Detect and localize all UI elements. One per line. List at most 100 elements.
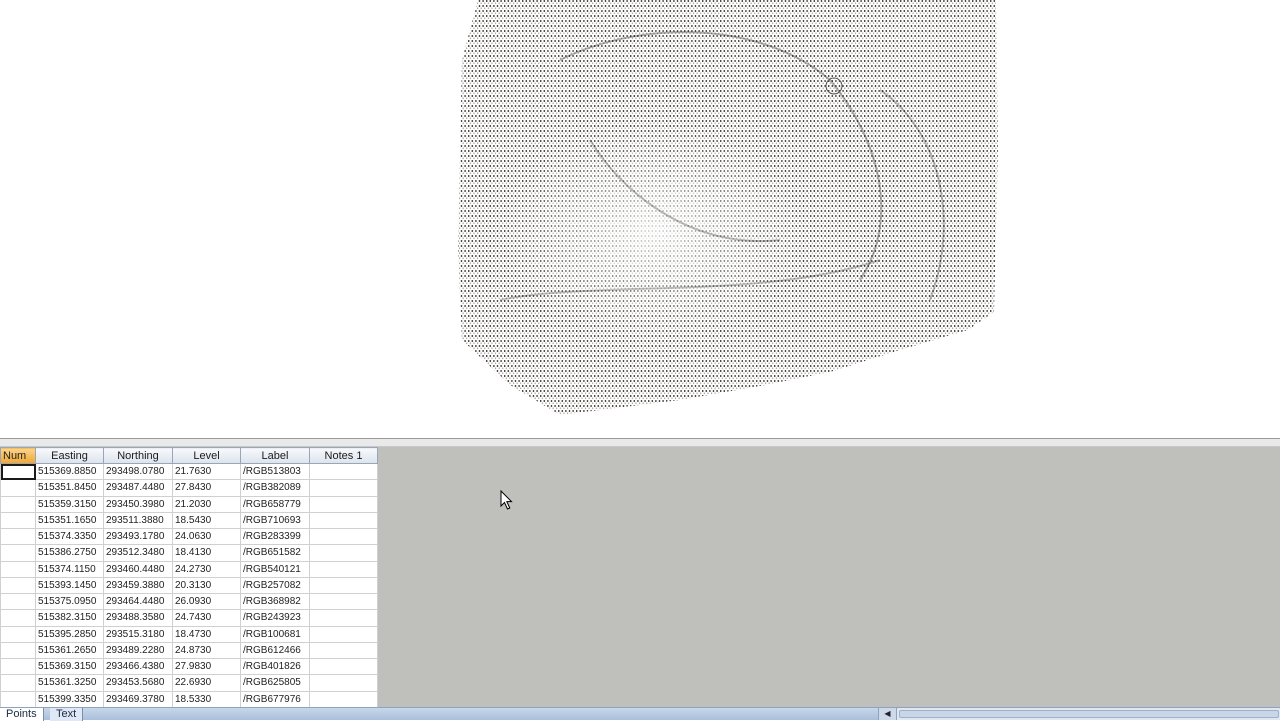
- cell-easting[interactable]: 515374.3350: [35, 527, 104, 546]
- cell-level[interactable]: 18.4730: [172, 625, 241, 643]
- cell-northing[interactable]: 293488.3580: [103, 609, 173, 627]
- table-row[interactable]: 515382.3150 293488.3580 24.7430/RGB243923: [0, 609, 378, 627]
- column-header-notes-1[interactable]: Notes 1: [309, 447, 378, 464]
- table-row[interactable]: 515361.3250 293453.5680 22.6930/RGB625805: [0, 674, 378, 692]
- column-header-num[interactable]: Num: [0, 447, 36, 464]
- cell-notes-1[interactable]: [309, 495, 378, 513]
- cell-level[interactable]: 18.5330: [172, 690, 241, 707]
- table-row[interactable]: 515395.2850 293515.3180 18.4730/RGB100681: [0, 625, 378, 643]
- table-row[interactable]: 515393.1450 293459.3880 20.3130/RGB257082: [0, 576, 378, 595]
- cell-level[interactable]: 24.0630: [172, 527, 241, 546]
- tab-points[interactable]: Points: [0, 708, 44, 721]
- table-row[interactable]: 515361.2650 293489.2280 24.8730/RGB612466: [0, 641, 378, 660]
- cell-notes-1[interactable]: [309, 625, 378, 643]
- column-header-northing[interactable]: Northing: [103, 447, 173, 464]
- cell-northing[interactable]: 293466.4380: [103, 657, 173, 676]
- cell-easting[interactable]: 515359.3150: [35, 495, 104, 513]
- cell-easting[interactable]: 515361.2650: [35, 641, 104, 660]
- cell-num[interactable]: [0, 479, 36, 497]
- cell-notes-1[interactable]: [309, 674, 378, 692]
- table-row[interactable]: 515369.8850 293498.0780 21.7630/RGB513803: [0, 462, 378, 481]
- cell-level[interactable]: 27.8430: [172, 479, 241, 497]
- cell-easting[interactable]: 515382.3150: [35, 609, 104, 627]
- cell-northing[interactable]: 293512.3480: [103, 544, 173, 562]
- table-row[interactable]: 515359.3150 293450.3980 21.2030/RGB658779: [0, 495, 378, 513]
- cell-level[interactable]: 18.5430: [172, 511, 241, 530]
- column-header-level[interactable]: Level: [172, 447, 241, 464]
- cell-label[interactable]: /RGB540121: [240, 560, 310, 578]
- pane-splitter[interactable]: [0, 438, 1280, 447]
- cell-num[interactable]: [0, 462, 36, 481]
- cell-easting[interactable]: 515375.0950: [35, 592, 104, 611]
- cell-label[interactable]: /RGB382089: [240, 479, 310, 497]
- cell-notes-1[interactable]: [309, 479, 378, 497]
- table-row[interactable]: 515351.1650 293511.3880 18.5430/RGB710693: [0, 511, 378, 530]
- cell-num[interactable]: [0, 511, 36, 530]
- scrollbar-thumb[interactable]: [899, 710, 1279, 718]
- cell-notes-1[interactable]: [309, 657, 378, 676]
- cell-northing[interactable]: 293487.4480: [103, 479, 173, 497]
- cell-num[interactable]: [0, 641, 36, 660]
- table-row[interactable]: 515386.2750 293512.3480 18.4130/RGB651582: [0, 544, 378, 562]
- cell-label[interactable]: /RGB243923: [240, 609, 310, 627]
- table-row[interactable]: 515374.1150 293460.4480 24.2730/RGB540121: [0, 560, 378, 578]
- table-row[interactable]: 515399.3350 293469.3780 18.5330/RGB677976: [0, 690, 378, 707]
- column-header-label[interactable]: Label: [240, 447, 310, 464]
- cell-northing[interactable]: 293453.5680: [103, 674, 173, 692]
- cell-num[interactable]: [0, 674, 36, 692]
- scroll-left-arrow-icon[interactable]: ◀: [879, 708, 897, 720]
- cell-easting[interactable]: 515369.3150: [35, 657, 104, 676]
- cell-level[interactable]: 24.2730: [172, 560, 241, 578]
- cell-easting[interactable]: 515361.3250: [35, 674, 104, 692]
- cell-notes-1[interactable]: [309, 462, 378, 481]
- cell-num[interactable]: [0, 592, 36, 611]
- cell-northing[interactable]: 293489.2280: [103, 641, 173, 660]
- column-header-easting[interactable]: Easting: [35, 447, 104, 464]
- cell-num[interactable]: [0, 560, 36, 578]
- table-row[interactable]: 515369.3150 293466.4380 27.9830/RGB401826: [0, 657, 378, 676]
- point-cloud-canvas[interactable]: [0, 0, 1280, 438]
- cell-easting[interactable]: 515395.2850: [35, 625, 104, 643]
- cell-level[interactable]: 21.2030: [172, 495, 241, 513]
- cell-easting[interactable]: 515386.2750: [35, 544, 104, 562]
- cell-notes-1[interactable]: [309, 592, 378, 611]
- cell-easting[interactable]: 515374.1150: [35, 560, 104, 578]
- cell-notes-1[interactable]: [309, 544, 378, 562]
- cell-notes-1[interactable]: [309, 641, 378, 660]
- cell-notes-1[interactable]: [309, 690, 378, 707]
- table-row[interactable]: 515375.0950 293464.4480 26.0930/RGB368982: [0, 592, 378, 611]
- cell-label[interactable]: /RGB651582: [240, 544, 310, 562]
- cell-level[interactable]: 22.6930: [172, 674, 241, 692]
- cell-level[interactable]: 27.9830: [172, 657, 241, 676]
- cell-northing[interactable]: 293469.3780: [103, 690, 173, 707]
- cell-num[interactable]: [0, 625, 36, 643]
- cell-northing[interactable]: 293515.3180: [103, 625, 173, 643]
- cell-num[interactable]: [0, 576, 36, 595]
- cell-num[interactable]: [0, 544, 36, 562]
- cell-northing[interactable]: 293459.3880: [103, 576, 173, 595]
- cell-label[interactable]: /RGB513803: [240, 462, 310, 481]
- cell-northing[interactable]: 293498.0780: [103, 462, 173, 481]
- point-cloud-viewport[interactable]: [0, 0, 1280, 438]
- cell-easting[interactable]: 515399.3350: [35, 690, 104, 707]
- cell-level[interactable]: 24.7430: [172, 609, 241, 627]
- cell-label[interactable]: /RGB612466: [240, 641, 310, 660]
- cell-northing[interactable]: 293460.4480: [103, 560, 173, 578]
- cell-level[interactable]: 20.3130: [172, 576, 241, 595]
- cell-notes-1[interactable]: [309, 560, 378, 578]
- tab-text[interactable]: Text: [50, 708, 84, 721]
- cell-label[interactable]: /RGB100681: [240, 625, 310, 643]
- cell-label[interactable]: /RGB710693: [240, 511, 310, 530]
- cell-level[interactable]: 24.8730: [172, 641, 241, 660]
- cell-label[interactable]: /RGB401826: [240, 657, 310, 676]
- cell-num[interactable]: [0, 495, 36, 513]
- cell-level[interactable]: 21.7630: [172, 462, 241, 481]
- cell-northing[interactable]: 293450.3980: [103, 495, 173, 513]
- cell-num[interactable]: [0, 690, 36, 707]
- cell-level[interactable]: 26.0930: [172, 592, 241, 611]
- cell-easting[interactable]: 515369.8850: [35, 462, 104, 481]
- horizontal-scrollbar[interactable]: ◀: [878, 708, 1280, 720]
- cell-easting[interactable]: 515351.1650: [35, 511, 104, 530]
- cell-northing[interactable]: 293493.1780: [103, 527, 173, 546]
- cell-northing[interactable]: 293464.4480: [103, 592, 173, 611]
